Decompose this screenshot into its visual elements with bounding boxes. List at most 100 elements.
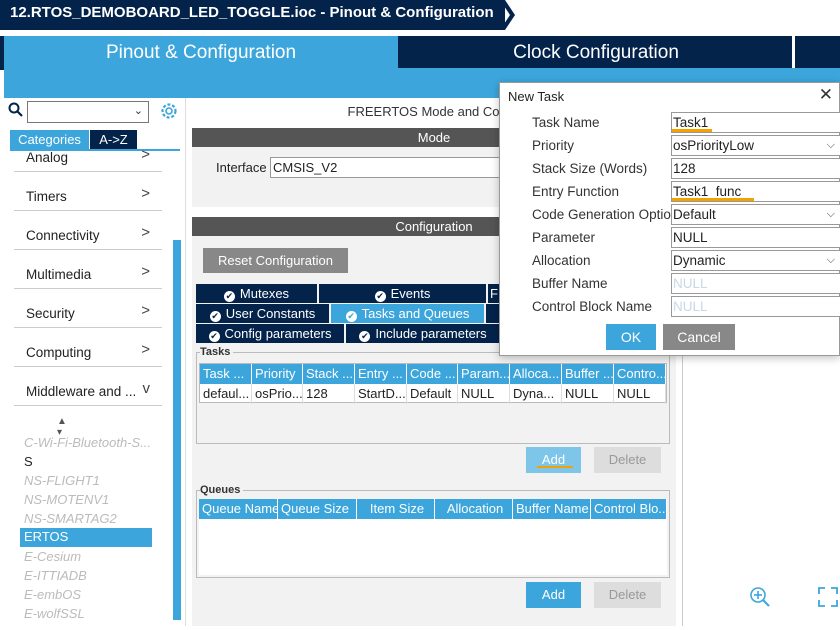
window-title: 12.RTOS_DEMOBOARD_LED_TOGGLE.ioc - Pinou… — [0, 0, 505, 30]
category-label: Analog — [26, 150, 69, 165]
table-cell[interactable]: NULL — [614, 384, 666, 404]
search-input[interactable]: ⌄ — [27, 101, 149, 123]
category-label: Connectivity — [26, 228, 100, 243]
buffer-name-field: NULL — [671, 273, 840, 294]
scrollbar[interactable] — [173, 240, 181, 620]
gear-icon[interactable] — [159, 101, 179, 121]
interface-select[interactable]: CMSIS_V2 — [270, 157, 510, 178]
column-header[interactable]: Stack ... — [303, 364, 355, 384]
add-queue-button[interactable]: Add — [526, 582, 581, 608]
column-header[interactable]: Allocation — [435, 499, 513, 519]
column-header[interactable]: Queue Size — [278, 499, 357, 519]
column-header[interactable]: Buffer Name — [513, 499, 591, 519]
parameter-field[interactable]: NULL — [671, 227, 840, 248]
middleware-item[interactable]: E-ITTIADB — [24, 568, 87, 583]
table-cell[interactable]: 128 — [303, 384, 355, 404]
table-cell[interactable]: StartD... — [355, 384, 407, 404]
chevron-down-icon: ⌵ — [826, 254, 835, 266]
column-header[interactable]: Param... — [458, 364, 510, 384]
tab-label: Include parameters — [375, 326, 487, 341]
chevron-down-icon[interactable]: ⌄ — [134, 104, 143, 117]
category-security[interactable]: Security > — [14, 290, 162, 328]
column-header[interactable]: Contro... — [614, 364, 666, 384]
table-cell[interactable]: osPrio... — [252, 384, 303, 404]
tab-user-constants[interactable]: ✔ User Constants — [196, 304, 329, 323]
chevron-right-icon: > — [141, 146, 150, 163]
tab-partial[interactable] — [486, 304, 500, 323]
middleware-item-selected[interactable]: ERTOS — [20, 528, 152, 547]
middleware-item[interactable]: E-embOS — [24, 587, 81, 602]
middleware-item[interactable]: C-Wi-Fi-Bluetooth-S... — [24, 435, 151, 450]
chevron-down-icon: ⌵ — [826, 208, 835, 220]
code-generation-value: Default — [673, 207, 716, 222]
delete-queue-button[interactable]: Delete — [594, 582, 661, 608]
column-header[interactable]: Queue Name — [199, 499, 278, 519]
check-circle-icon: ✔ — [223, 291, 235, 302]
search-icon — [8, 102, 24, 118]
table-cell[interactable]: NULL — [562, 384, 614, 404]
column-header[interactable]: Code ... — [407, 364, 458, 384]
middleware-item[interactable]: NS-FLIGHT1 — [24, 473, 100, 488]
tab-clock-configuration[interactable]: Clock Configuration — [400, 36, 792, 70]
tab-divider — [792, 36, 795, 70]
category-middleware[interactable]: Middleware and ... v — [14, 368, 162, 406]
category-analog[interactable]: Analog > — [14, 134, 162, 172]
chevron-right-icon: > — [141, 341, 150, 358]
zoom-in-icon[interactable] — [749, 586, 771, 608]
column-header[interactable]: Buffer ... — [562, 364, 614, 384]
check-circle-icon: ✔ — [359, 331, 371, 342]
column-header[interactable]: Item Size — [357, 499, 435, 519]
tab-label: F — [490, 286, 498, 301]
middleware-item[interactable]: E-wolfSSL — [24, 606, 85, 621]
tab-include-parameters[interactable]: ✔ Include parameters — [346, 324, 500, 343]
column-header[interactable]: Entry ... — [355, 364, 407, 384]
chevron-down-icon: ⌵ — [826, 139, 835, 151]
middleware-item[interactable]: S — [24, 454, 33, 469]
breadcrumb-arrow-icon — [500, 0, 515, 30]
close-icon[interactable]: ✕ — [819, 85, 833, 105]
category-connectivity[interactable]: Connectivity > — [14, 212, 162, 250]
add-task-button[interactable]: Add — [526, 447, 581, 473]
category-label: Middleware and ... — [26, 384, 137, 399]
dialog-title: New Task — [508, 89, 565, 104]
allocation-value: Dynamic — [673, 253, 726, 268]
tab-events[interactable]: ✔ Events — [319, 284, 486, 303]
table-cell[interactable]: NULL — [458, 384, 510, 404]
tab-mutexes[interactable]: ✔ Mutexes — [196, 284, 317, 303]
ok-button[interactable]: OK — [606, 324, 656, 350]
column-header[interactable]: Priority — [252, 364, 303, 384]
category-label: Computing — [26, 345, 92, 360]
task-name-label: Task Name — [532, 115, 600, 130]
priority-select[interactable]: osPriorityLow ⌵ — [671, 135, 840, 156]
tab-config-parameters[interactable]: ✔ Config parameters — [196, 324, 344, 343]
middleware-item[interactable]: E-Cesium — [24, 549, 81, 564]
category-computing[interactable]: Computing > — [14, 329, 162, 367]
fit-screen-icon[interactable] — [818, 587, 838, 607]
column-header[interactable]: Control Blo... — [591, 499, 667, 519]
interface-label: Interface — [216, 160, 267, 175]
chevron-down-icon: v — [142, 380, 151, 397]
buffer-name-label: Buffer Name — [532, 276, 608, 291]
code-generation-select[interactable]: Default ⌵ — [671, 204, 840, 225]
category-label: Security — [26, 306, 75, 321]
delete-task-button[interactable]: Delete — [594, 447, 661, 473]
cancel-button[interactable]: Cancel — [663, 324, 735, 350]
table-cell[interactable]: defaul... — [200, 384, 252, 404]
table-cell[interactable]: Default — [407, 384, 458, 404]
tab-tasks-and-queues[interactable]: ✔ Tasks and Queues — [331, 304, 484, 323]
reset-configuration-button[interactable]: Reset Configuration — [203, 248, 348, 273]
column-header[interactable]: Task ... — [200, 364, 252, 384]
allocation-select[interactable]: Dynamic ⌵ — [671, 250, 840, 271]
chevron-right-icon: > — [141, 263, 150, 280]
table-cell[interactable]: Dyna... — [510, 384, 562, 404]
middleware-item[interactable]: NS-SMARTAG2 — [24, 511, 117, 526]
title-bar: 12.RTOS_DEMOBOARD_LED_TOGGLE.ioc - Pinou… — [0, 0, 840, 30]
check-circle-icon: ✔ — [374, 291, 386, 302]
stack-size-field[interactable]: 128 — [671, 158, 840, 179]
column-header[interactable]: Alloca... — [510, 364, 562, 384]
middleware-item[interactable]: NS-MOTENV1 — [24, 492, 109, 507]
category-multimedia[interactable]: Multimedia > — [14, 251, 162, 289]
category-timers[interactable]: Timers > — [14, 173, 162, 211]
tasks-table: Task ... Priority Stack ... Entry ... Co… — [199, 363, 667, 404]
highlight-underline — [672, 198, 754, 201]
